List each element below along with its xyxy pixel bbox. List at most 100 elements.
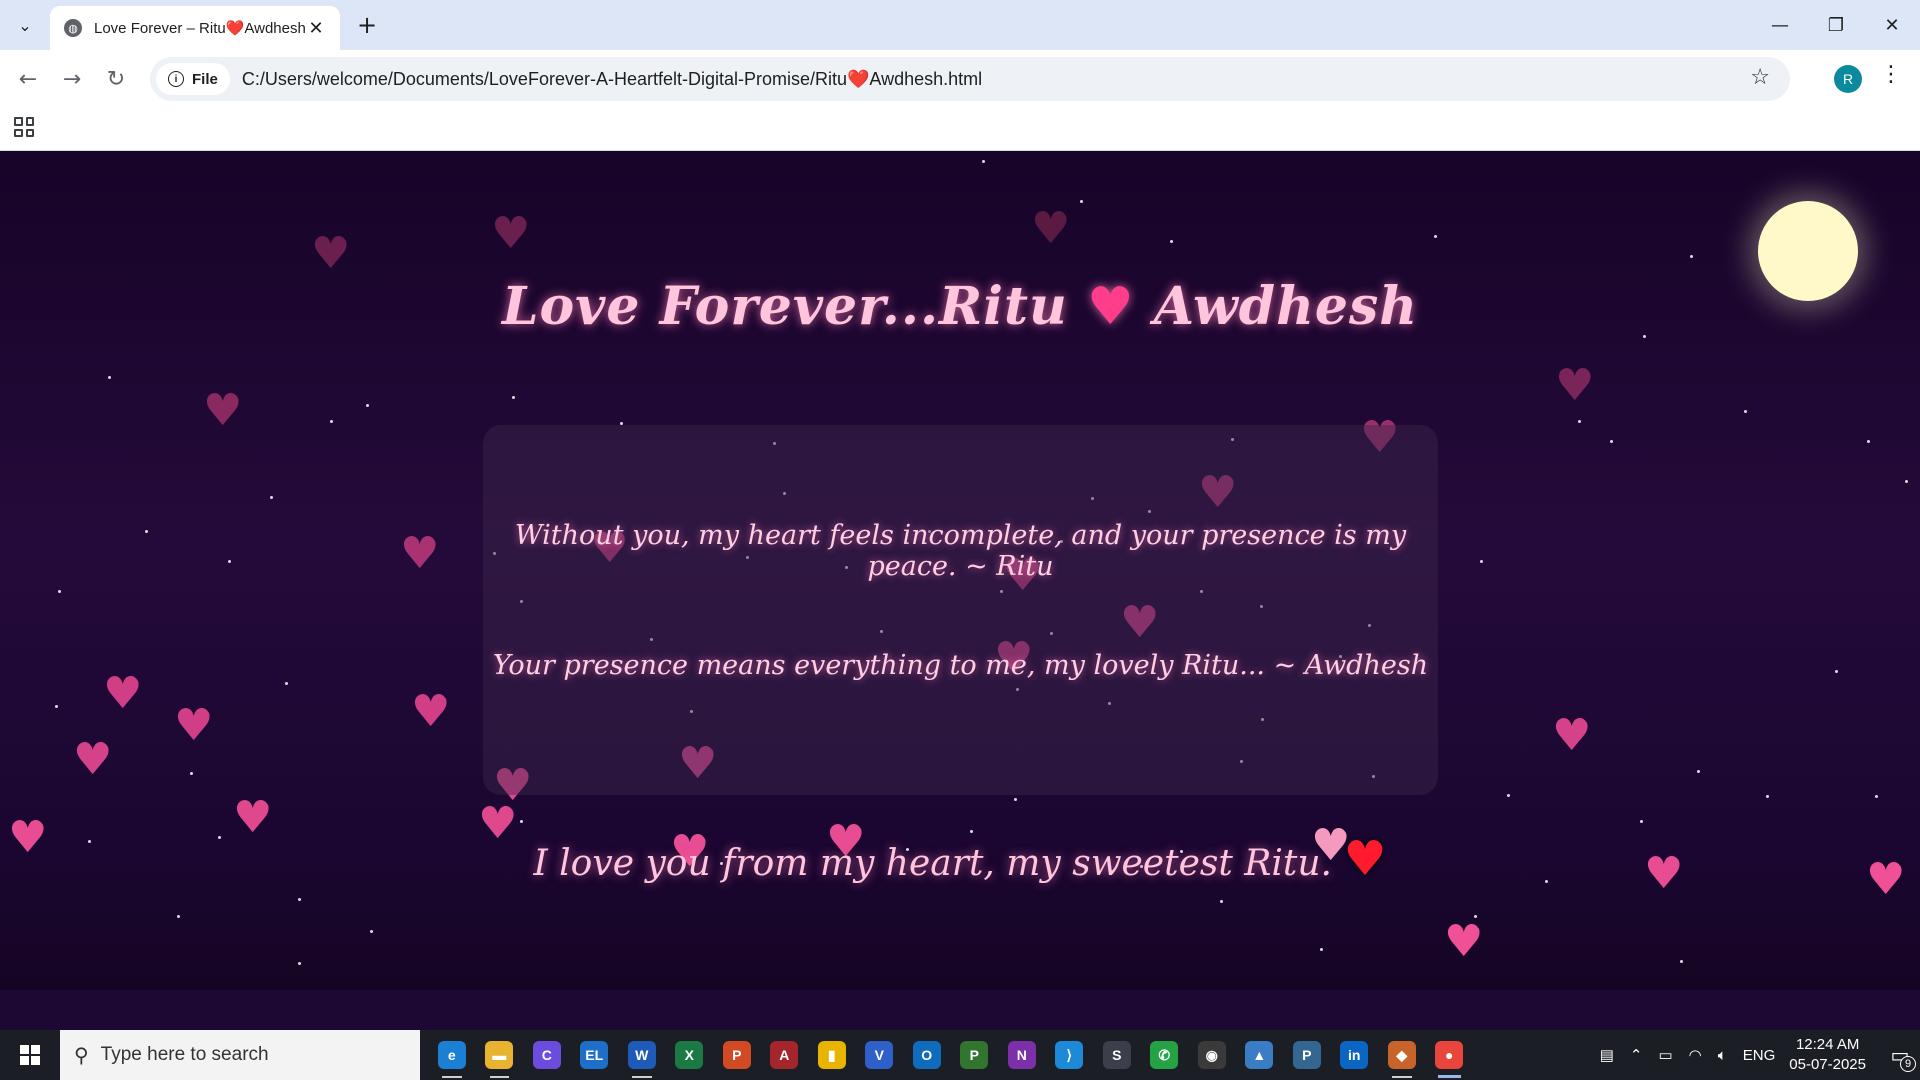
- volume-icon[interactable]: 🔈︎: [1718, 1047, 1727, 1064]
- sublime-app-icon: S: [1102, 1041, 1131, 1069]
- star-dot: [298, 898, 301, 901]
- star-dot: [228, 560, 231, 563]
- pinned-apps: e ▬ C EL W X P A ▮ V O P N ⟩ S ✆ ◉ ▲ Pin ◆ ●: [428, 1030, 1473, 1080]
- new-tab-button[interactable]: +: [350, 8, 384, 42]
- file-chip-label: File: [192, 70, 218, 88]
- star-dot: [1080, 200, 1083, 203]
- canva-icon: C: [532, 1041, 561, 1069]
- close-tab-icon[interactable]: ✕: [306, 18, 326, 39]
- bookmarks-bar: [0, 108, 1920, 151]
- taskbar-app-edge[interactable]: e: [428, 1030, 476, 1080]
- star-dot: [190, 772, 193, 775]
- power-bi-icon: ▮: [817, 1041, 846, 1069]
- access-icon: A: [770, 1041, 799, 1069]
- floating-heart-icon: ♥: [103, 668, 143, 719]
- taskbar-app-obs[interactable]: ◉: [1188, 1030, 1236, 1080]
- star-dot: [1480, 560, 1483, 563]
- taskbar-app-linkedin[interactable]: in: [1331, 1030, 1379, 1080]
- star-dot: [330, 420, 333, 423]
- page-title: Love Forever...Ritu ♥ Awdhesh: [0, 276, 1920, 337]
- star-dot: [370, 930, 373, 933]
- notification-center-button[interactable]: ▭ 9: [1880, 1030, 1920, 1080]
- floating-heart-icon: ♥: [1555, 360, 1595, 411]
- postgres-icon: P: [1292, 1041, 1321, 1069]
- wifi-icon[interactable]: ◠: [1689, 1046, 1702, 1064]
- taskbar-app-el-app[interactable]: EL: [571, 1030, 619, 1080]
- vscode-icon: ⟩: [1055, 1041, 1084, 1069]
- restore-icon[interactable]: ❐: [1808, 0, 1864, 50]
- linkedin-icon: in: [1340, 1041, 1369, 1069]
- taskbar-app-outlook[interactable]: O: [903, 1030, 951, 1080]
- file-explorer-icon: ▬: [485, 1041, 514, 1069]
- reload-button[interactable]: ↻: [98, 61, 134, 97]
- start-button[interactable]: [0, 1030, 60, 1080]
- taskbar-app-vscode[interactable]: ⟩: [1046, 1030, 1094, 1080]
- meet-now-icon[interactable]: ▭: [1658, 1046, 1672, 1064]
- chrome-icon: ●: [1435, 1041, 1464, 1069]
- floating-heart-icon: ♥: [174, 700, 214, 751]
- browser-menu-icon[interactable]: ⋮: [1880, 62, 1902, 87]
- powerpoint-icon: P: [722, 1041, 751, 1069]
- search-icon: ⚲: [74, 1043, 89, 1067]
- star-dot: [1867, 440, 1870, 443]
- taskbar-app-app-tools[interactable]: ▲: [1236, 1030, 1284, 1080]
- apps-grid-icon[interactable]: [14, 117, 34, 137]
- taskbar-app-project[interactable]: P: [951, 1030, 999, 1080]
- bookmark-star-icon[interactable]: ☆: [1750, 65, 1770, 90]
- taskbar-app-git-app[interactable]: ◆: [1378, 1030, 1426, 1080]
- taskbar-app-onenote[interactable]: N: [998, 1030, 1046, 1080]
- star-dot: [177, 915, 180, 918]
- show-hidden-icons-icon[interactable]: ⌃: [1630, 1046, 1643, 1064]
- visio-icon: V: [865, 1041, 894, 1069]
- star-dot: [1610, 440, 1613, 443]
- taskbar-app-visio[interactable]: V: [856, 1030, 904, 1080]
- taskbar-app-powerpoint[interactable]: P: [713, 1030, 761, 1080]
- star-dot: [285, 682, 288, 685]
- star-dot: [1578, 420, 1581, 423]
- title-part-1: Love Forever...Ritu: [501, 276, 1068, 337]
- floating-heart-icon: ♥: [1031, 203, 1071, 254]
- floating-heart-icon: ♥: [203, 385, 243, 436]
- whatsapp-icon: ✆: [1150, 1041, 1179, 1069]
- taskbar-app-postgres[interactable]: P: [1283, 1030, 1331, 1080]
- back-button[interactable]: ←: [10, 61, 46, 97]
- language-indicator[interactable]: ENG: [1743, 1047, 1776, 1064]
- taskbar-app-canva[interactable]: C: [523, 1030, 571, 1080]
- url-text[interactable]: C:/Users/welcome/Documents/LoveForever-A…: [242, 69, 982, 90]
- floating-heart-icon: ♥: [411, 686, 451, 737]
- window-controls: — ❐ ✕: [1752, 0, 1920, 50]
- closing-text: I love you from my heart, my sweetest Ri…: [533, 843, 1333, 884]
- star-dot: [1690, 255, 1693, 258]
- tab-search-button[interactable]: ⌄: [8, 8, 42, 42]
- news-widget-icon[interactable]: ▤: [1600, 1046, 1614, 1064]
- taskbar-app-chrome[interactable]: ●: [1426, 1030, 1474, 1080]
- tab-title: Love Forever – Ritu❤️Awdhesh: [94, 20, 306, 37]
- taskbar-app-sublime-app[interactable]: S: [1093, 1030, 1141, 1080]
- web-page: ♥ ♥ ♥ ♥ ♥ ♥ ♥ ♥ ♥ ♥ ♥ ♥ ♥ ♥ ♥ ♥ ♥ ♥ ♥ ♥ ♥ ♥ ♥ ♥ ♥ ♥ ♥ ♥ Love Foreve…: [0, 151, 1920, 1030]
- red-heart-icon: ♥: [1343, 831, 1387, 887]
- forward-button[interactable]: →: [54, 61, 90, 97]
- address-bar[interactable]: i File C:/Users/welcome/Documents/LoveFo…: [150, 57, 1790, 101]
- taskbar-app-excel[interactable]: X: [666, 1030, 714, 1080]
- star-dot: [1697, 770, 1700, 773]
- minimize-icon[interactable]: —: [1752, 0, 1808, 50]
- star-dot: [270, 496, 273, 499]
- clock[interactable]: 12:24 AM 05-07-2025: [1789, 1035, 1866, 1075]
- star-dot: [512, 396, 515, 399]
- taskbar-app-whatsapp[interactable]: ✆: [1141, 1030, 1189, 1080]
- close-window-icon[interactable]: ✕: [1864, 0, 1920, 50]
- obs-icon: ◉: [1197, 1041, 1226, 1069]
- taskbar-app-power-bi[interactable]: ▮: [808, 1030, 856, 1080]
- taskbar-app-file-explorer[interactable]: ▬: [476, 1030, 524, 1080]
- windows-taskbar: ⚲ Type here to search e ▬ C EL W X P A ▮ V O P N ⟩ S ✆ ◉…: [0, 1030, 1920, 1080]
- star-dot: [1744, 410, 1747, 413]
- browser-tab[interactable]: ◍ Love Forever – Ritu❤️Awdhesh ✕: [50, 6, 340, 50]
- profile-avatar[interactable]: R: [1834, 65, 1862, 93]
- taskbar-app-word[interactable]: W: [618, 1030, 666, 1080]
- star-dot: [298, 962, 301, 965]
- taskbar-search[interactable]: ⚲ Type here to search: [60, 1030, 420, 1080]
- site-info-chip[interactable]: i File: [156, 63, 230, 95]
- closing-line: I love you from my heart, my sweetest Ri…: [0, 831, 1920, 887]
- taskbar-app-access[interactable]: A: [761, 1030, 809, 1080]
- star-dot: [108, 376, 111, 379]
